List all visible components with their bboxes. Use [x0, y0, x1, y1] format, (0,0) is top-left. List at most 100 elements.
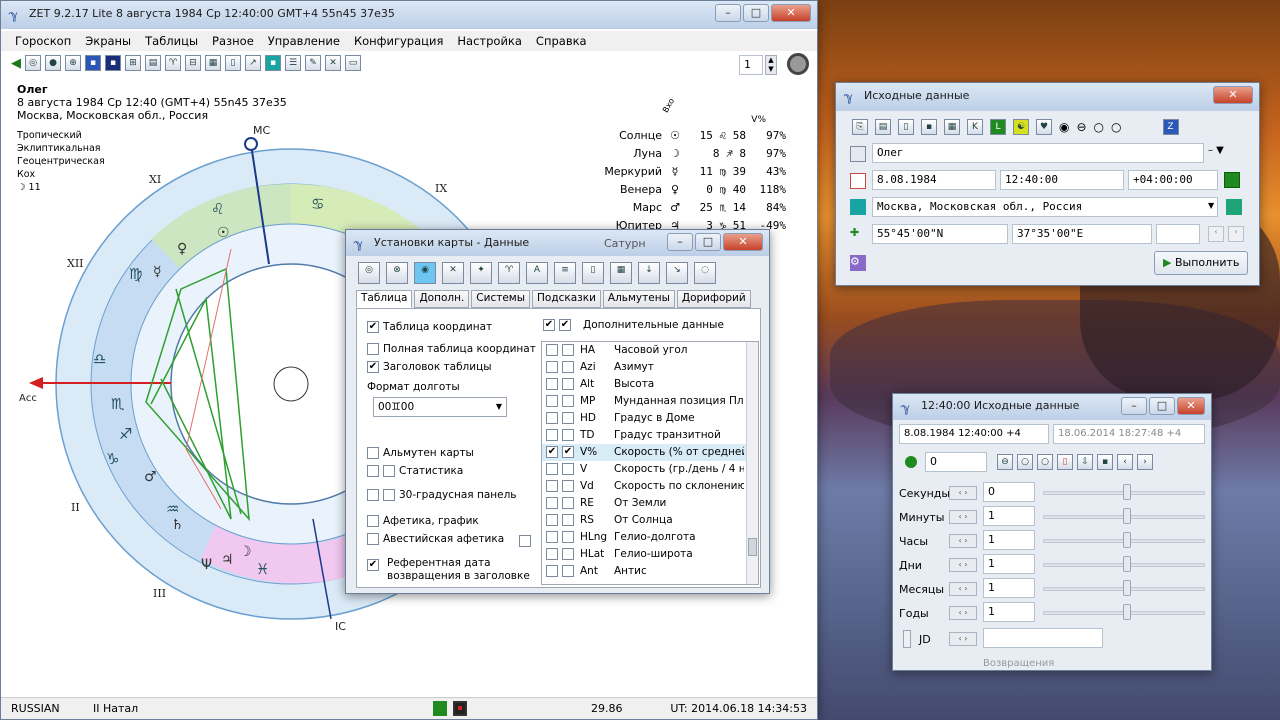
seconds-value[interactable]: 0 — [983, 482, 1035, 502]
paste-icon[interactable]: ▤ — [875, 119, 891, 135]
list-item[interactable]: Azi Азимут — [542, 359, 758, 376]
list-item[interactable]: Alt Высота — [542, 376, 758, 393]
current-datetime-field[interactable]: 8.08.1984 12:40:00 +4 — [899, 424, 1049, 444]
circle-icon[interactable]: ○ — [1017, 454, 1033, 470]
opt-almuten[interactable]: Альмутен карты — [367, 447, 474, 459]
purple-settings-icon[interactable]: ⚙ — [850, 255, 866, 271]
l-icon[interactable]: L — [990, 119, 1006, 135]
palette-settings-icon[interactable]: ▦ — [610, 262, 632, 284]
z-icon[interactable]: Z — [1162, 119, 1179, 135]
settings-maximize-button[interactable]: □ — [695, 233, 721, 251]
pin-settings-icon[interactable]: ↓ — [638, 262, 660, 284]
ring-icon[interactable]: ○ — [1037, 454, 1053, 470]
heart-icon[interactable]: ♥ — [1036, 119, 1052, 135]
list-item[interactable]: TD Градус транзитной — [542, 427, 758, 444]
months-slider-thumb[interactable] — [1123, 580, 1131, 596]
new-icon[interactable]: ▯ — [898, 119, 914, 135]
map-icon[interactable]: ▪ — [265, 55, 281, 71]
stars-settings-icon[interactable]: ✦ — [470, 262, 492, 284]
settings-close-button[interactable]: ✕ — [723, 233, 763, 251]
step-field[interactable]: 0 — [925, 452, 987, 472]
list-scrollbar[interactable] — [746, 342, 758, 584]
days-value[interactable]: 1 — [983, 554, 1035, 574]
tab-doryphory[interactable]: Дорифорий — [676, 290, 751, 308]
menu-configuration[interactable]: Конфигурация — [354, 31, 443, 51]
chart-number-spinner[interactable]: ▲ ▼ — [765, 55, 777, 75]
status-red-indicator[interactable] — [453, 701, 467, 716]
days-slider-thumb[interactable] — [1123, 556, 1131, 572]
time-minimize-button[interactable]: – — [1121, 397, 1147, 415]
source-close-button[interactable]: ✕ — [1213, 86, 1253, 104]
settings-titlebar[interactable]: ℽ Установки карты - Данные Сатурн – □ ✕ — [346, 230, 769, 256]
list-item[interactable]: MP Мунданная позиция Плас — [542, 393, 758, 410]
source-titlebar[interactable]: ℽ Исходные данные ✕ — [836, 83, 1259, 111]
atlas-icon[interactable] — [1226, 199, 1242, 215]
longitude-field[interactable]: 37°35'00"E — [1012, 224, 1152, 244]
list-item[interactable]: RS От Солнца — [542, 512, 758, 529]
gender-select[interactable]: – ▼ — [1208, 145, 1224, 156]
chart-dark-icon[interactable]: ▪ — [105, 55, 121, 71]
menu-settings[interactable]: Настройка — [457, 31, 522, 51]
time-field[interactable]: 12:40:00 — [1000, 170, 1124, 190]
misc-settings-icon[interactable]: ◌ — [694, 262, 716, 284]
list-item-selected[interactable]: ✔ ✔ V% Скорость (% от средней) — [542, 444, 758, 461]
list-item[interactable]: HLng Гелио-долгота — [542, 529, 758, 546]
settings-minimize-button[interactable]: – — [667, 233, 693, 251]
hours-value[interactable]: 1 — [983, 530, 1035, 550]
book-icon[interactable]: ▤ — [145, 55, 161, 71]
now-datetime-field[interactable]: 18.06.2014 18:27:48 +4 — [1053, 424, 1205, 444]
note-icon[interactable]: ▯ — [1057, 454, 1073, 470]
aspects-settings-icon[interactable]: ✕ — [442, 262, 464, 284]
chart-number-field[interactable]: 1 — [739, 55, 763, 75]
back-arrow-icon[interactable]: ◀ — [11, 56, 21, 71]
radio-4[interactable]: ○ — [1111, 120, 1121, 134]
altitude-field[interactable] — [1156, 224, 1200, 244]
months-stepper[interactable]: ‹ › — [949, 582, 977, 596]
minimize-button[interactable]: – — [715, 4, 741, 22]
date-field[interactable]: 8.08.1984 — [872, 170, 996, 190]
houses-settings-icon[interactable]: ⊗ — [386, 262, 408, 284]
years-slider-thumb[interactable] — [1123, 604, 1131, 620]
zodiac-icon[interactable]: ♈ — [165, 55, 181, 71]
opt-statistics[interactable]: Статистика — [367, 465, 463, 477]
radio-1[interactable]: ◉ — [1059, 120, 1069, 134]
main-titlebar[interactable]: ℽ ZET 9.2.17 Lite 8 августа 1984 Ср 12:4… — [1, 1, 817, 29]
time-close-button[interactable]: ✕ — [1177, 397, 1205, 415]
tab-systems[interactable]: Системы — [471, 290, 531, 308]
days-stepper[interactable]: ‹ › — [949, 558, 977, 572]
menu-screens[interactable]: Экраны — [85, 31, 131, 51]
extra-data-header[interactable]: ✔ ✔ Дополнительные данные — [543, 319, 724, 331]
list-item[interactable]: HLat Гелио-широта — [542, 546, 758, 563]
grid-icon[interactable]: ▦ — [205, 55, 221, 71]
status-green-indicator[interactable] — [433, 701, 447, 716]
menu-misc[interactable]: Разное — [212, 31, 254, 51]
copy-icon[interactable]: ⎘ — [852, 119, 868, 135]
seconds-slider-thumb[interactable] — [1123, 484, 1131, 500]
list-item[interactable]: HA Часовой угол — [542, 342, 758, 359]
run-button[interactable]: ▶ Выполнить — [1154, 251, 1248, 275]
opt-30-degree-panel[interactable]: 30-градусная панель — [367, 489, 517, 501]
panel-icon[interactable]: ▭ — [345, 55, 361, 71]
tab-hints[interactable]: Подсказки — [532, 290, 601, 308]
tab-almutens[interactable]: Альмутены — [602, 290, 675, 308]
green-dot-icon[interactable] — [905, 456, 917, 468]
opt-coord-table[interactable]: ✔ Таблица координат — [367, 321, 492, 333]
eclipse-icon[interactable]: ☯ — [1013, 119, 1029, 135]
page-icon[interactable]: ▯ — [225, 55, 241, 71]
calendar-icon[interactable]: ▦ — [944, 119, 960, 135]
minutes-value[interactable]: 1 — [983, 506, 1035, 526]
list-item[interactable]: Ant Антис — [542, 563, 758, 580]
opt-avestan-extra[interactable] — [519, 535, 531, 547]
chart-blue-icon[interactable]: ▪ — [85, 55, 101, 71]
opt-afetic-graph[interactable]: Афетика, график — [367, 515, 479, 527]
menu-horoscope[interactable]: Гороскоп — [15, 31, 71, 51]
aspects-icon[interactable]: ⊞ — [125, 55, 141, 71]
scrollbar-thumb[interactable] — [748, 538, 757, 556]
minutes-slider-thumb[interactable] — [1123, 508, 1131, 524]
page-settings-icon[interactable]: ▯ — [582, 262, 604, 284]
tab-extra[interactable]: Дополн. — [414, 290, 470, 308]
signs-settings-icon[interactable]: ≡ — [554, 262, 576, 284]
place-dropdown-icon[interactable]: ▼ — [1208, 201, 1214, 210]
list-icon[interactable]: ☰ — [285, 55, 301, 71]
k-icon[interactable]: K — [967, 119, 983, 135]
